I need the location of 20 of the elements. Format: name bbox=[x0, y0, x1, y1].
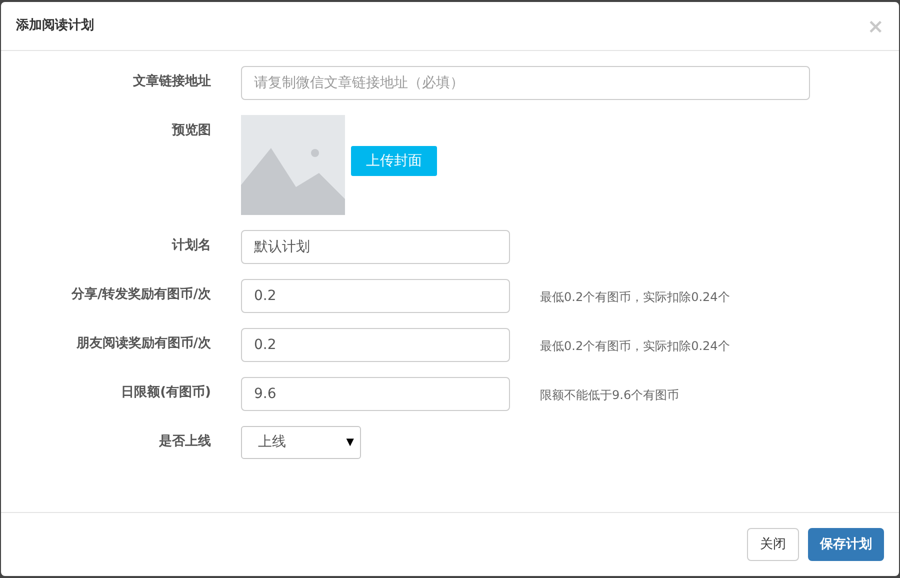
field-label: 朋友阅读奖励有图币/次 bbox=[76, 336, 211, 351]
field-label: 分享/转发奖励有图币/次 bbox=[72, 287, 211, 302]
text-field[interactable]: 请复制微信文章链接地址（必填） bbox=[241, 66, 810, 100]
close-dialog-button[interactable]: 关闭 bbox=[747, 528, 799, 561]
field-label: 预览图 bbox=[172, 123, 211, 138]
dialog-title: 添加阅读计划 bbox=[16, 17, 94, 36]
text-field[interactable]: 9.6 bbox=[241, 377, 510, 411]
field-label: 计划名 bbox=[172, 238, 211, 253]
hint-text: 限额不能低于9.6个有图币 bbox=[540, 387, 680, 404]
field-label: 日限额(有图币) bbox=[121, 385, 211, 400]
status-select[interactable]: 上线 ▼ bbox=[241, 426, 361, 459]
text-field[interactable]: 默认计划 bbox=[241, 230, 510, 264]
field-label: 是否上线 bbox=[159, 434, 211, 449]
hint-text: 最低0.2个有图币，实际扣除0.24个 bbox=[540, 338, 730, 355]
hint-text: 最低0.2个有图币，实际扣除0.24个 bbox=[540, 289, 730, 306]
field-label: 文章链接地址 bbox=[133, 74, 211, 89]
text-field[interactable]: 0.2 bbox=[241, 279, 510, 313]
text-field[interactable]: 0.2 bbox=[241, 328, 510, 362]
save-button[interactable]: 保存计划 bbox=[808, 528, 884, 561]
dropdown-arrow-icon: ▼ bbox=[346, 435, 354, 450]
